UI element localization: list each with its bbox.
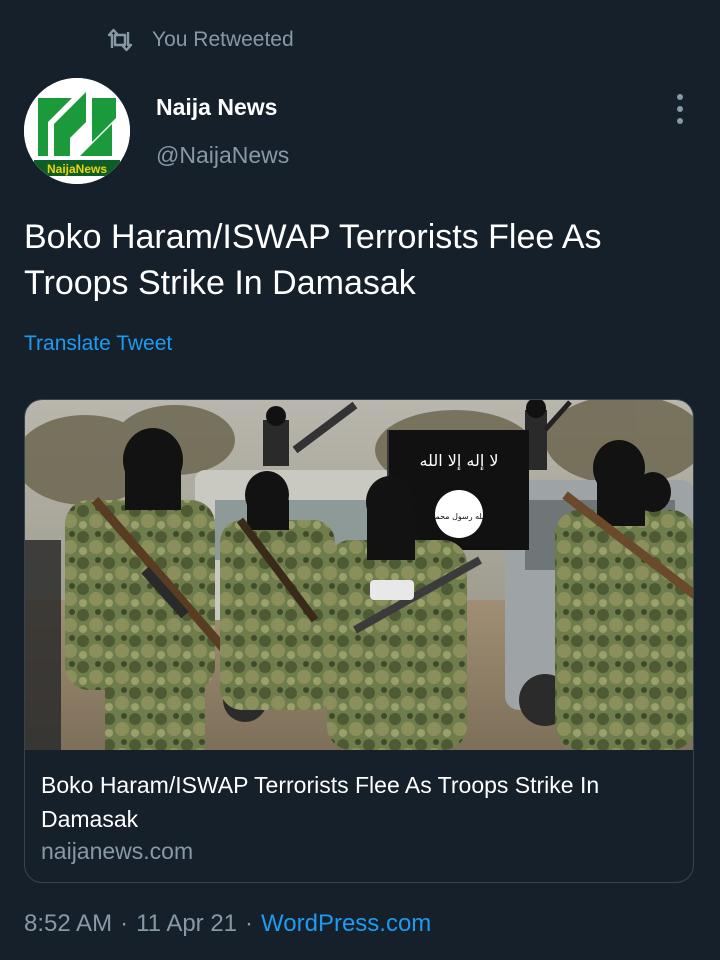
card-image: لا إله إلا الله الله رسول محمد xyxy=(25,400,693,750)
translate-tweet-link[interactable]: Translate Tweet xyxy=(24,332,172,356)
tweet-time: 8:52 AM xyxy=(24,910,113,937)
tweet-meta: 8:52 AM · 11 Apr 21 · WordPress.com xyxy=(24,910,431,938)
retweet-label: You Retweeted xyxy=(152,28,294,51)
more-options-button[interactable] xyxy=(666,94,694,124)
avatar-logo-text: NaijaNews xyxy=(47,162,107,176)
retweet-context: You Retweeted xyxy=(106,26,294,54)
more-vertical-icon xyxy=(677,94,683,100)
flag-text: لا إله إلا الله xyxy=(419,451,498,470)
author-name[interactable]: Naija News xyxy=(156,94,277,121)
tweet-text: Boko Haram/ISWAP Terrorists Flee As Troo… xyxy=(24,218,602,302)
card-domain: naijanews.com xyxy=(41,838,194,864)
flag-seal-text: الله رسول محمد xyxy=(431,512,486,521)
avatar[interactable]: NaijaNews xyxy=(24,78,130,184)
link-preview-card[interactable]: لا إله إلا الله الله رسول محمد Boko Hara… xyxy=(24,399,694,883)
tweet-date: 11 Apr 21 xyxy=(136,910,238,937)
retweet-icon xyxy=(107,28,133,52)
author-handle[interactable]: @NaijaNews xyxy=(156,142,289,169)
meta-separator: · xyxy=(245,910,254,937)
meta-separator: · xyxy=(120,910,129,937)
tweet-source-link[interactable]: WordPress.com xyxy=(261,910,431,938)
card-title: Boko Haram/ISWAP Terrorists Flee As Troo… xyxy=(41,772,600,832)
naija-news-logo: NaijaNews xyxy=(24,78,130,184)
